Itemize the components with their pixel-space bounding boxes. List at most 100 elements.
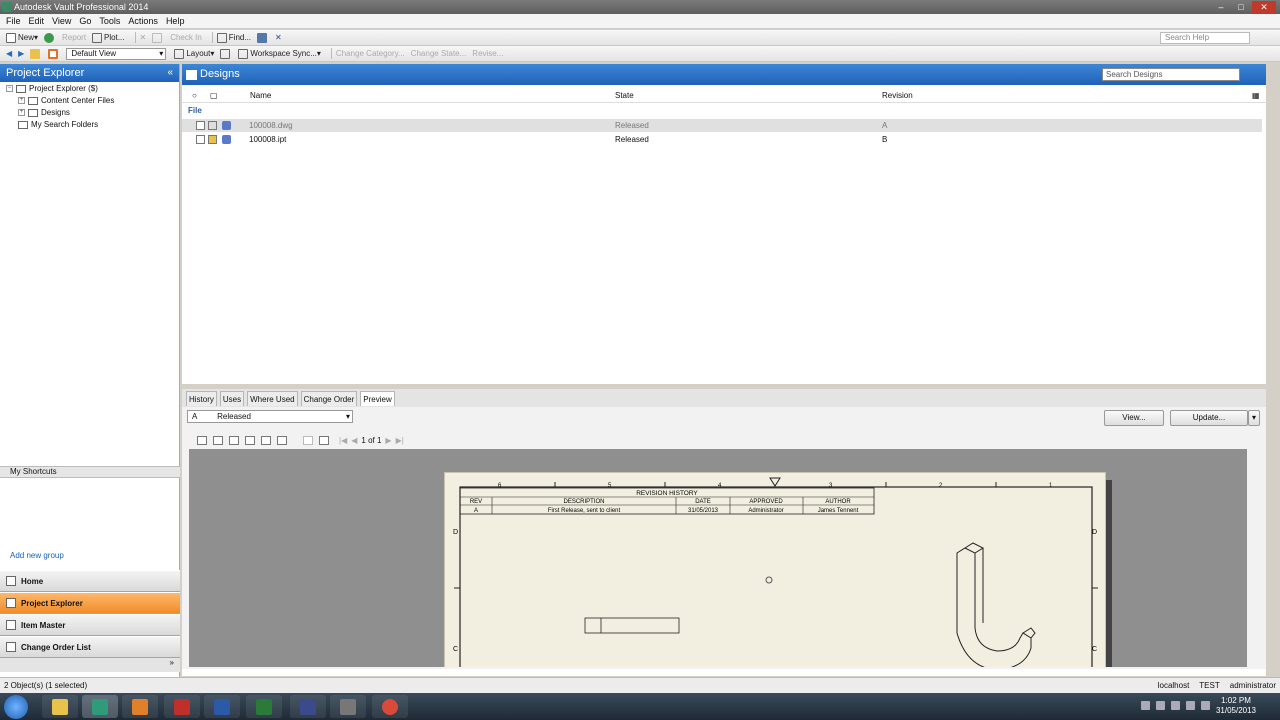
change-category-button[interactable]: Change Category... xyxy=(336,49,405,58)
select-icon[interactable] xyxy=(213,435,223,445)
tree-item-search-folders[interactable]: My Search Folders xyxy=(18,120,98,129)
nav-home[interactable]: Home xyxy=(0,570,180,592)
server-name: localhost xyxy=(1157,681,1190,690)
layout-icon xyxy=(174,48,185,59)
taskbar-app[interactable] xyxy=(290,695,326,718)
nav-item-master[interactable]: Item Master xyxy=(0,614,180,636)
menu-view[interactable]: View xyxy=(52,16,71,26)
maximize-button[interactable]: □ xyxy=(1232,1,1250,13)
search-designs-input[interactable]: Search Designs xyxy=(1102,68,1240,81)
volume-icon[interactable] xyxy=(1186,701,1195,710)
menu-help[interactable]: Help xyxy=(166,16,185,26)
delete-button[interactable]: ✕ xyxy=(140,33,147,42)
table-row[interactable]: 100008.dwg Released A xyxy=(182,119,1262,132)
group-file[interactable]: File xyxy=(188,106,202,115)
zoom-window-icon[interactable] xyxy=(245,435,255,445)
table-row[interactable]: 100008.ipt Released B xyxy=(182,133,1262,146)
tab-change-order[interactable]: Change Order xyxy=(300,391,358,406)
grid-button[interactable] xyxy=(257,32,269,43)
minimize-button[interactable]: – xyxy=(1212,1,1230,13)
taskbar-revit[interactable] xyxy=(204,695,240,718)
new-icon xyxy=(6,32,16,43)
tab-where-used[interactable]: Where Used xyxy=(247,391,298,406)
clock[interactable]: 1:02 PM 31/05/2013 xyxy=(1216,696,1256,716)
tree-item-content-center[interactable]: + Content Center Files xyxy=(18,96,114,105)
file-column-icon[interactable]: ▢ xyxy=(210,89,218,103)
revision-select[interactable]: A Released xyxy=(187,410,353,423)
taskbar-autocad[interactable] xyxy=(164,695,200,718)
taskbar-tools[interactable] xyxy=(330,695,366,718)
first-page-icon[interactable]: |◀ xyxy=(339,436,347,445)
tab-history[interactable]: History xyxy=(186,391,217,406)
center-mark xyxy=(769,477,781,487)
print-icon[interactable] xyxy=(197,435,207,445)
tray-icon[interactable] xyxy=(1141,701,1150,710)
start-button[interactable] xyxy=(4,695,28,719)
zoom-icon[interactable] xyxy=(277,435,287,445)
taskbar-vault[interactable] xyxy=(82,695,118,718)
pane-icon xyxy=(48,48,59,59)
tree-item-designs[interactable]: + Designs xyxy=(18,108,70,117)
column-chooser-icon[interactable]: ▦ xyxy=(1252,89,1260,103)
taskbar-excel[interactable] xyxy=(246,695,282,718)
workspace-sync-button[interactable]: Workspace Sync... ▾ xyxy=(238,48,321,59)
checkout-button[interactable] xyxy=(152,32,164,43)
menu-file[interactable]: File xyxy=(6,16,21,26)
layers-icon[interactable] xyxy=(319,435,329,445)
measure-icon[interactable] xyxy=(303,435,313,445)
close-button[interactable]: ✕ xyxy=(1252,1,1276,13)
menu-actions[interactable]: Actions xyxy=(128,16,158,26)
status-column-icon[interactable]: ○ xyxy=(192,89,197,103)
view-button[interactable]: View... xyxy=(1104,410,1164,426)
network-icon[interactable] xyxy=(1201,701,1210,710)
revise-button[interactable]: Revise... xyxy=(472,49,503,58)
tray-icon[interactable] xyxy=(1156,701,1165,710)
table-button[interactable] xyxy=(220,48,232,59)
plot-button[interactable]: Plot... xyxy=(92,32,125,43)
clear-button[interactable]: ✕ xyxy=(275,33,282,42)
change-state-button[interactable]: Change State... xyxy=(411,49,467,58)
taskbar-inventor[interactable] xyxy=(122,695,158,718)
next-page-icon[interactable]: ▶ xyxy=(385,436,391,445)
find-button[interactable]: Find... xyxy=(216,32,251,43)
update-button[interactable]: Update... xyxy=(1170,410,1248,426)
up-folder-button[interactable] xyxy=(30,48,42,59)
back-button[interactable]: ◀ xyxy=(6,49,12,58)
column-revision[interactable]: Revision xyxy=(882,89,913,103)
expand-icon[interactable]: + xyxy=(18,109,25,116)
view-select[interactable]: Default View xyxy=(66,47,167,60)
report-button[interactable]: Report xyxy=(62,33,86,42)
expand-icon[interactable]: + xyxy=(18,97,25,104)
menu-edit[interactable]: Edit xyxy=(29,16,45,26)
add-new-group-link[interactable]: Add new group xyxy=(10,551,64,560)
checkin-button[interactable]: Check In xyxy=(170,33,202,42)
nav-more-button[interactable]: » xyxy=(0,658,180,672)
tray-icon[interactable] xyxy=(1171,701,1180,710)
update-dropdown-icon[interactable]: ▾ xyxy=(1248,410,1260,426)
prev-page-icon[interactable]: ◀ xyxy=(351,436,357,445)
pane-toggle-button[interactable] xyxy=(48,48,60,59)
column-name[interactable]: Name xyxy=(250,89,271,103)
pan-icon[interactable] xyxy=(229,435,239,445)
tree-root[interactable]: − Project Explorer ($) xyxy=(6,84,98,93)
tab-uses[interactable]: Uses xyxy=(219,391,245,406)
rev-table-cell: Administrator xyxy=(748,508,783,514)
drawing-preview[interactable]: 6 5 4 3 2 1 D C D C REVISION HISTORY REV… xyxy=(189,449,1247,667)
menu-go[interactable]: Go xyxy=(79,16,91,26)
column-state[interactable]: State xyxy=(615,89,634,103)
taskbar-chrome[interactable] xyxy=(372,695,408,718)
nav-change-order-list[interactable]: Change Order List xyxy=(0,636,180,658)
tab-preview[interactable]: Preview xyxy=(360,391,395,406)
menu-tools[interactable]: Tools xyxy=(99,16,120,26)
taskbar-explorer[interactable] xyxy=(42,695,78,718)
zoom-extents-icon[interactable] xyxy=(261,435,271,445)
refresh-button[interactable] xyxy=(44,32,56,43)
last-page-icon[interactable]: ▶| xyxy=(396,436,404,445)
nav-project-explorer[interactable]: Project Explorer xyxy=(0,592,180,614)
layout-button[interactable]: Layout ▾ xyxy=(174,48,214,59)
search-help-input[interactable]: Search Help xyxy=(1160,32,1250,44)
forward-button[interactable]: ▶ xyxy=(18,49,24,58)
new-button[interactable]: New ▾ xyxy=(6,32,38,43)
collapse-pane-icon[interactable]: « xyxy=(167,64,173,82)
collapse-icon[interactable]: − xyxy=(6,85,13,92)
